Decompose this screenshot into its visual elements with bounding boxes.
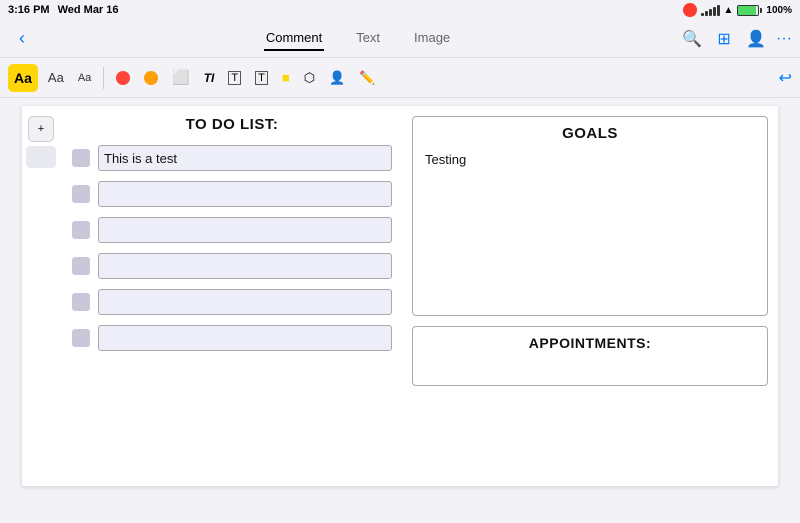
- battery-indicator: 100%: [737, 5, 792, 16]
- todo-input-4[interactable]: [98, 253, 392, 279]
- text-box-icon: T: [228, 71, 241, 85]
- search-icon[interactable]: 🔍: [680, 27, 704, 51]
- eraser-icon: ⬜: [172, 69, 189, 86]
- todo-checkbox-5[interactable]: [72, 293, 90, 311]
- todo-checkbox-6[interactable]: [72, 329, 90, 347]
- person-icon[interactable]: 👤: [744, 27, 768, 51]
- date-display: Wed Mar 16: [58, 4, 119, 16]
- more-icon[interactable]: ···: [776, 30, 792, 48]
- todo-checkbox-1[interactable]: [72, 149, 90, 167]
- highlight-button[interactable]: ■: [278, 64, 294, 92]
- todo-title: TO DO LIST:: [72, 116, 392, 133]
- todo-input-6[interactable]: [98, 325, 392, 351]
- pen-red-icon: [116, 71, 130, 85]
- status-bar: 3:16 PM Wed Mar 16 ▲ 100%: [0, 0, 800, 20]
- todo-input-1[interactable]: [98, 145, 392, 171]
- status-right: ▲ 100%: [683, 3, 792, 17]
- main-content: TO DO LIST:: [22, 106, 778, 476]
- todo-checkbox-4[interactable]: [72, 257, 90, 275]
- divider-1: [103, 67, 104, 89]
- stamp-icon: 👤: [329, 70, 345, 86]
- nav-actions: 🔍 ⊞ 👤 ···: [680, 27, 792, 51]
- text-insert-button[interactable]: TI: [200, 64, 219, 92]
- grid-icon[interactable]: ⊞: [712, 27, 736, 51]
- todo-row-5: [72, 289, 392, 315]
- font-small-button[interactable]: Aa: [74, 64, 95, 92]
- nav-bar: ‹ Comment Text Image 🔍 ⊞ 👤 ···: [0, 20, 800, 58]
- goals-content: Testing: [421, 150, 759, 169]
- text-box-button[interactable]: T: [224, 64, 245, 92]
- tab-text[interactable]: Text: [354, 26, 382, 51]
- pen-free-icon: ✏️: [359, 70, 375, 86]
- signal-bars: [701, 5, 720, 16]
- notification-dot: [683, 3, 697, 17]
- undo-button[interactable]: ↩: [779, 68, 792, 88]
- text-insert-icon: TI: [204, 71, 215, 85]
- todo-checkbox-2[interactable]: [72, 185, 90, 203]
- shape-button[interactable]: ⬡: [300, 64, 319, 92]
- sidebar-thumbnail[interactable]: [26, 146, 56, 168]
- todo-input-5[interactable]: [98, 289, 392, 315]
- font-medium-button[interactable]: Aa: [44, 64, 68, 92]
- pen-orange-button[interactable]: [140, 64, 162, 92]
- stamp-button[interactable]: 👤: [325, 64, 349, 92]
- todo-rows: [72, 145, 392, 351]
- todo-row-4: [72, 253, 392, 279]
- pen-free-button[interactable]: ✏️: [355, 64, 379, 92]
- nav-tabs: Comment Text Image: [36, 26, 680, 51]
- todo-row-2: [72, 181, 392, 207]
- eraser-button[interactable]: ⬜: [168, 64, 193, 92]
- appointments-box: APPOINTMENTS:: [412, 326, 768, 386]
- todo-row-6: [72, 325, 392, 351]
- tab-comment[interactable]: Comment: [264, 26, 324, 51]
- time-display: 3:16 PM: [8, 4, 50, 16]
- appointments-title: APPOINTMENTS:: [421, 335, 759, 351]
- todo-input-3[interactable]: [98, 217, 392, 243]
- font-large-button[interactable]: Aa: [8, 64, 38, 92]
- wifi-icon: ▲: [724, 5, 734, 16]
- todo-section: TO DO LIST:: [72, 116, 392, 466]
- battery-percent: 100%: [766, 5, 792, 16]
- tab-image[interactable]: Image: [412, 26, 452, 51]
- highlight-icon: ■: [282, 70, 290, 85]
- page: + TO DO LIST:: [22, 106, 778, 486]
- right-section: GOALS Testing APPOINTMENTS:: [412, 116, 768, 466]
- text-box-filled-button[interactable]: T: [251, 64, 272, 92]
- back-button[interactable]: ‹: [8, 25, 36, 53]
- pen-orange-icon: [144, 71, 158, 85]
- todo-row-1: [72, 145, 392, 171]
- pen-red-button[interactable]: [112, 64, 134, 92]
- todo-row-3: [72, 217, 392, 243]
- sidebar-add-button[interactable]: +: [28, 116, 54, 142]
- goals-title: GOALS: [421, 125, 759, 142]
- status-left: 3:16 PM Wed Mar 16: [8, 4, 119, 16]
- shape-icon: ⬡: [304, 70, 315, 86]
- todo-input-2[interactable]: [98, 181, 392, 207]
- toolbar: Aa Aa Aa ⬜ TI T T ■ ⬡ 👤 ✏️ ↩: [0, 58, 800, 98]
- text-box-filled-icon: T: [255, 71, 268, 85]
- goals-box: GOALS Testing: [412, 116, 768, 316]
- todo-checkbox-3[interactable]: [72, 221, 90, 239]
